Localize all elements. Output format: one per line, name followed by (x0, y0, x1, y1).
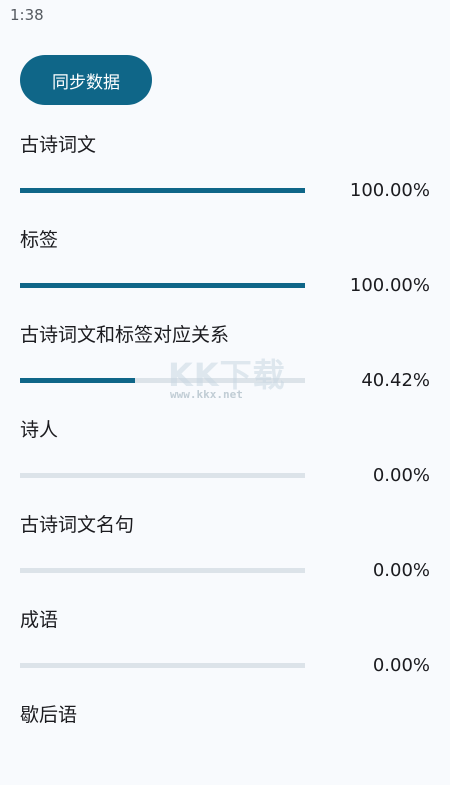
progress-item-label: 标签 (20, 229, 59, 251)
progress-item-poem-tag-relations: 古诗词文和标签对应关系 40.42% (0, 310, 450, 405)
progress-track (20, 283, 305, 288)
progress-fill (20, 188, 305, 193)
progress-track (20, 473, 305, 478)
progress-track (20, 188, 305, 193)
progress-item-idioms: 成语 0.00% (0, 595, 450, 690)
progress-item-label: 歇后语 (20, 704, 78, 726)
progress-percent: 0.00% (372, 655, 430, 676)
progress-item-xiehouyu: 歇后语 (0, 690, 450, 785)
progress-percent: 100.00% (349, 275, 430, 296)
progress-track (20, 378, 305, 383)
progress-track (20, 663, 305, 668)
progress-percent: 0.00% (372, 560, 430, 581)
progress-fill (20, 378, 136, 383)
progress-item-poems: 古诗词文 100.00% (0, 120, 450, 215)
progress-item-label: 诗人 (20, 419, 59, 441)
progress-track (20, 568, 305, 573)
status-time: 1:38 (10, 6, 44, 24)
progress-item-label: 成语 (20, 609, 59, 631)
progress-fill (20, 283, 305, 288)
sync-data-button[interactable]: 同步数据 (20, 55, 152, 105)
progress-percent: 0.00% (372, 465, 430, 486)
progress-item-tags: 标签 100.00% (0, 215, 450, 310)
progress-percent: 40.42% (361, 370, 430, 391)
progress-item-label: 古诗词文 (20, 134, 97, 156)
sync-progress-list: 古诗词文 100.00% 标签 100.00% 古诗词文和标签对应关系 40.4… (0, 120, 450, 785)
progress-item-famous-lines: 古诗词文名句 0.00% (0, 500, 450, 595)
progress-item-label: 古诗词文和标签对应关系 (20, 324, 230, 346)
progress-item-label: 古诗词文名句 (20, 514, 135, 536)
status-bar: 1:38 (0, 0, 450, 32)
progress-item-poets: 诗人 0.00% (0, 405, 450, 500)
progress-percent: 100.00% (349, 180, 430, 201)
